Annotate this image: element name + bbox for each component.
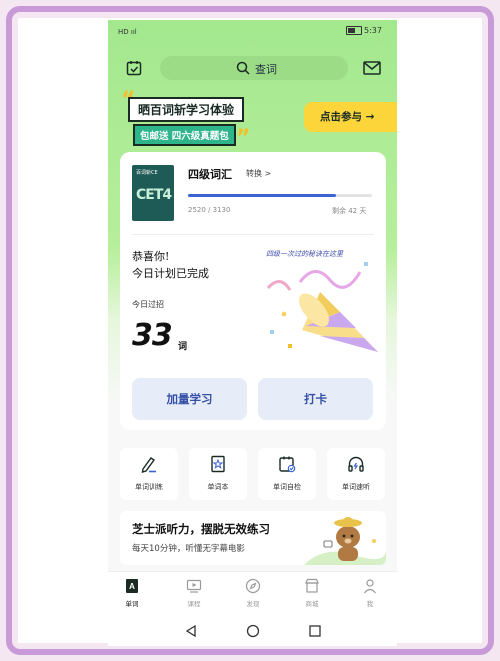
app-screen: HD ııl 5:37 查词 “ 晒百词斩学习体验 包邮送 四六级真题包 ” 点… (108, 20, 397, 646)
progress-count: 2520 / 3130 (188, 206, 231, 214)
nav-label: 商城 (305, 600, 319, 608)
tool-word-training[interactable]: 单词训练 (120, 448, 178, 500)
nav-label: 单词 (125, 600, 139, 608)
banner-title: 晒百词斩学习体验 (128, 97, 245, 122)
back-icon[interactable] (184, 624, 198, 638)
system-nav-bar (108, 616, 397, 646)
promo-subtitle: 每天10分钟，听懂无字幕电影 (132, 544, 245, 554)
passed-unit: 词 (178, 342, 188, 352)
video-icon (186, 579, 202, 593)
nav-shop[interactable]: 商城 (292, 576, 332, 616)
listening-promo-card[interactable]: 芝士派听力，摆脱无效练习 每天10分钟，听懂无字幕电影 (120, 511, 386, 565)
recent-apps-icon[interactable] (308, 624, 322, 638)
home-icon[interactable] (246, 624, 260, 638)
person-icon (364, 579, 376, 594)
tool-word-book[interactable]: 单词本 (189, 448, 247, 500)
promo-title: 芝士派听力，摆脱无效练习 (132, 522, 270, 536)
compass-icon (245, 578, 261, 594)
quote-mark-close: ” (236, 126, 251, 151)
battery-icon (346, 26, 362, 35)
progress-fill (188, 194, 337, 197)
book-title: 四级词汇 (188, 168, 232, 181)
tool-label: 单词速听 (342, 483, 370, 491)
nav-label: 我 (366, 600, 374, 608)
calendar-check-icon (279, 456, 296, 473)
passed-label: 今日过招 (132, 300, 164, 309)
tool-self-check[interactable]: 单词自检 (258, 448, 316, 500)
bear-mascot-illustration (304, 517, 386, 565)
mail-icon[interactable] (363, 61, 381, 75)
book-a-icon: A (126, 579, 138, 593)
headphones-icon (348, 456, 364, 472)
nav-discover[interactable]: 发现 (233, 576, 273, 616)
tool-label: 单词本 (207, 483, 229, 491)
signal-indicator: HD ııl (118, 28, 137, 36)
check-in-button[interactable]: 打卡 (258, 378, 373, 420)
search-bar[interactable]: 查词 (160, 56, 348, 80)
congrats-text: 恭喜你! (132, 250, 170, 263)
nav-label: 发现 (246, 600, 260, 608)
svg-text:A: A (129, 582, 135, 591)
plan-complete-text: 今日计划已完成 (132, 267, 209, 280)
pencil-icon (141, 457, 156, 473)
more-study-button[interactable]: 加量学习 (132, 378, 247, 420)
tool-quick-listen[interactable]: 单词速听 (327, 448, 385, 500)
tool-label: 单词自检 (273, 483, 301, 491)
star-book-icon (211, 455, 225, 473)
calendar-icon[interactable] (126, 60, 142, 76)
nav-label: 课程 (187, 600, 201, 608)
tools-row: 单词训练 单词本 单词自检 单词速听 (120, 448, 386, 500)
nav-words[interactable]: A 单词 (112, 576, 152, 616)
switch-book-button[interactable]: 转换 > (246, 168, 271, 179)
days-left: 剩余 42 天 (332, 207, 367, 215)
status-bar: HD ııl 5:37 (108, 20, 397, 44)
study-card: 百词斩CE CET4 四级词汇 转换 > 2520 / 3130 剩余 42 天… (120, 152, 386, 430)
divider (132, 234, 374, 235)
shop-icon (305, 578, 319, 593)
book-cover-title: CET4 (136, 187, 172, 203)
bottom-nav: A 单词 课程 发现 商城 我 (108, 571, 397, 617)
party-popper-illustration (266, 262, 378, 352)
book-cover[interactable]: 百词斩CE CET4 (132, 165, 174, 221)
top-bar: 查词 (108, 56, 397, 86)
progress-bar (188, 194, 372, 197)
clock: 5:37 (364, 26, 382, 35)
search-icon (236, 61, 250, 75)
book-cover-brand: 百词斩CE (136, 170, 158, 176)
tool-label: 单词训练 (135, 483, 163, 491)
banner-subtitle: 包邮送 四六级真题包 (133, 124, 236, 146)
nav-courses[interactable]: 课程 (174, 576, 214, 616)
nav-me[interactable]: 我 (350, 576, 390, 616)
passed-count: 33 (132, 318, 173, 353)
search-label: 查词 (255, 63, 277, 76)
join-button[interactable]: 点击参与 → (304, 102, 397, 132)
